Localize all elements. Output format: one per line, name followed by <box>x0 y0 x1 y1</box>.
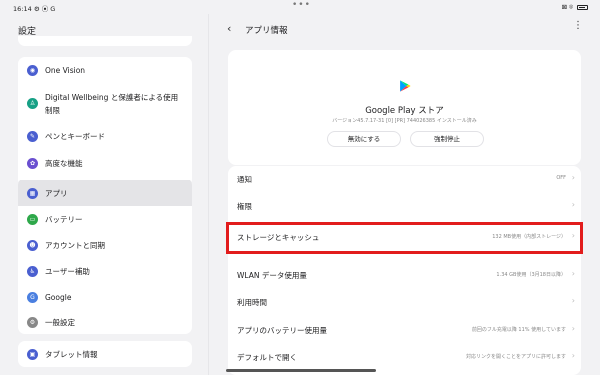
sidebar-item-label: Digital Wellbeing と保護者による使用 <box>45 93 179 102</box>
sidebar-item-label: タブレット情報 <box>45 350 98 359</box>
sidebar-item-label: 高度な機能 <box>45 159 83 168</box>
sidebar-item-one-vision[interactable]: ◉ One Vision <box>18 61 192 81</box>
sidebar-item-digital-wellbeing[interactable]: ♙ Digital Wellbeing と保護者による使用 制限 <box>18 87 192 121</box>
notification-icons: ⚙ ⦿ G <box>33 5 56 13</box>
disable-button[interactable]: 無効にする <box>327 131 401 147</box>
pen-keyboard-icon: ✎ <box>27 131 38 142</box>
sidebar-item-accessibility[interactable]: ♿ ユーザー補助 <box>18 260 192 284</box>
sidebar-item-label: アプリ <box>45 189 68 198</box>
status-left: 16:14 ⚙ ⦿ G <box>13 3 55 13</box>
sidebar-item-general-settings[interactable]: ⚙ 一般設定 <box>18 312 192 334</box>
force-stop-button[interactable]: 強制停止 <box>410 131 484 147</box>
chevron-right-icon: › <box>571 324 575 333</box>
chevron-right-icon: › <box>571 296 575 305</box>
chevron-right-icon: › <box>571 200 575 209</box>
row-value: 前回のフル充電以降 11% 使用しています <box>471 327 566 333</box>
row-wlan-data-usage[interactable]: WLAN データ使用量 1.34 GB使用（3月18日以降） › <box>228 262 581 289</box>
row-label: デフォルトで開く <box>237 353 297 362</box>
row-screen-time[interactable]: 利用時間 › <box>228 289 581 316</box>
chevron-right-icon: › <box>571 173 575 182</box>
sidebar-item-advanced-features[interactable]: ✿ 高度な機能 <box>18 153 192 175</box>
row-label: 通知 <box>237 175 252 184</box>
row-value: OFF <box>556 175 566 181</box>
sidebar-item-label: Google <box>45 293 72 302</box>
navigation-handle[interactable] <box>226 369 376 372</box>
status-right: ⊠ ⌾ <box>562 3 588 12</box>
sidebar-item-label: One Vision <box>45 66 86 75</box>
sidebar-item-pen-keyboard[interactable]: ✎ ペンとキーボード <box>18 126 192 148</box>
row-value: 1.34 GB使用（3月18日以降） <box>496 272 566 278</box>
battery-status-icon <box>577 5 588 10</box>
row-storage-cache[interactable]: ストレージとキャッシュ 132 MB使用（内部ストレージ） › <box>226 220 583 254</box>
sidebar-group-3: ▣ タブレット情報 <box>18 341 192 367</box>
google-icon: G <box>27 292 38 303</box>
digital-wellbeing-icon: ♙ <box>27 98 38 109</box>
chevron-right-icon: › <box>571 269 575 278</box>
sidebar-item-google[interactable]: G Google <box>18 286 192 310</box>
app-settings-list: 通知 OFF › 権限 › ストレージとキャッシュ 132 MB使用（内部ストレ… <box>226 166 583 375</box>
sidebar-group-1: ◉ One Vision ♙ Digital Wellbeing と保護者による… <box>18 57 192 186</box>
general-settings-icon: ⚙ <box>27 317 38 328</box>
row-label: WLAN データ使用量 <box>237 271 307 280</box>
chevron-right-icon: › <box>571 351 575 360</box>
sidebar-group-2: ▦ アプリ ▭ バッテリー ☻ アカウントと同期 ♿ ユーザー補助 G Goog… <box>18 178 192 334</box>
advanced-features-icon: ✿ <box>27 158 38 169</box>
row-label: 権限 <box>237 202 252 211</box>
row-notifications[interactable]: 通知 OFF › <box>228 166 581 193</box>
sidebar-item-tablet-info[interactable]: ▣ タブレット情報 <box>18 343 192 365</box>
more-options-icon[interactable]: ⋮ <box>573 20 584 31</box>
row-label: アプリのバッテリー使用量 <box>237 326 327 335</box>
settings-sidebar: 設定 ◉ One Vision ♙ Digital Wellbeing と保護者… <box>0 14 208 375</box>
app-summary-card: Google Play ストア バージョン45.7.17-31 [0] [PR]… <box>228 50 581 165</box>
multitask-dots[interactable]: ••• <box>292 0 311 10</box>
sidebar-item-account-sync[interactable]: ☻ アカウントと同期 <box>18 234 192 258</box>
app-info-pane: ‹ アプリ情報 ⋮ Google Play ストア バージョン45.7.17-3… <box>209 14 600 375</box>
accessibility-icon: ♿ <box>27 266 38 277</box>
apps-icon: ▦ <box>27 188 38 199</box>
sidebar-item-label: ペンとキーボード <box>45 132 105 141</box>
app-version-info: バージョン45.7.17-31 [0] [PR] 744026385 インストー… <box>332 118 477 124</box>
sidebar-item-battery[interactable]: ▭ バッテリー <box>18 208 192 232</box>
sidebar-item-label-line2: 制限 <box>45 106 60 115</box>
row-label: 利用時間 <box>237 298 267 307</box>
sidebar-item-label: バッテリー <box>45 215 83 224</box>
account-sync-icon: ☻ <box>27 240 38 251</box>
clock: 16:14 <box>13 5 32 13</box>
sidebar-item-label: ユーザー補助 <box>45 267 90 276</box>
status-bar: 16:14 ⚙ ⦿ G ••• ⊠ ⌾ <box>0 0 600 14</box>
back-icon[interactable]: ‹ <box>227 22 231 35</box>
sidebar-item-label: アカウントと同期 <box>45 241 105 250</box>
battery-icon: ▭ <box>27 214 38 225</box>
google-play-logo-icon <box>400 80 411 92</box>
sidebar-item-label: 一般設定 <box>45 318 75 327</box>
row-permissions[interactable]: 権限 › <box>228 193 581 220</box>
one-vision-icon: ◉ <box>27 65 38 76</box>
app-name: Google Play ストア <box>365 106 444 116</box>
sidebar-top-card-remnant <box>18 36 192 46</box>
row-open-by-default[interactable]: デフォルトで開く 対応リンクを開くことをアプリに許可します › <box>228 344 581 371</box>
tablet-info-icon: ▣ <box>27 349 38 360</box>
page-title: アプリ情報 <box>245 26 288 36</box>
highlight-box <box>226 222 583 254</box>
status-icons: ⊠ ⌾ <box>561 3 573 11</box>
sidebar-item-apps[interactable]: ▦ アプリ <box>18 180 192 206</box>
row-app-battery-usage[interactable]: アプリのバッテリー使用量 前回のフル充電以降 11% 使用しています › <box>228 317 581 344</box>
row-value: 対応リンクを開くことをアプリに許可します <box>465 354 566 360</box>
